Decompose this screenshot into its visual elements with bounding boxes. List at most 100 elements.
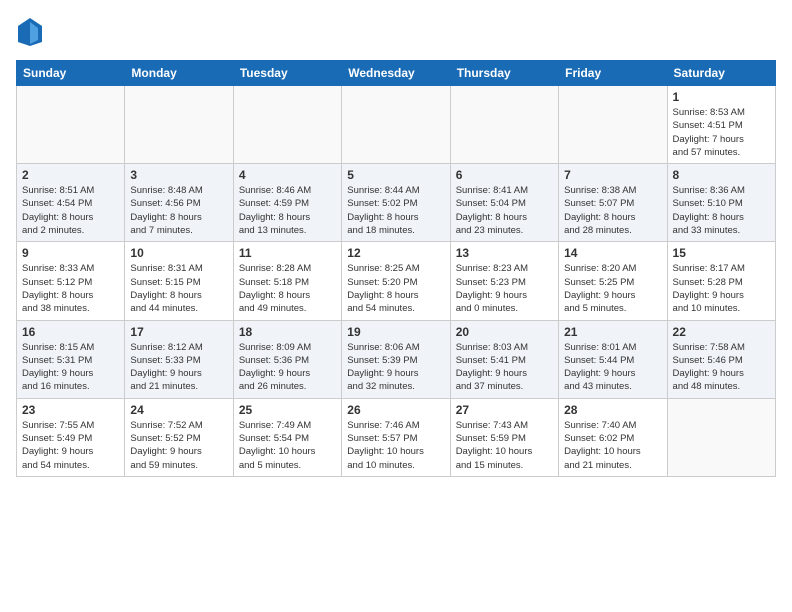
- day-number: 9: [22, 246, 119, 260]
- day-info: Sunrise: 8:41 AM Sunset: 5:04 PM Dayligh…: [456, 184, 553, 237]
- weekday-header-monday: Monday: [125, 61, 233, 86]
- day-number: 6: [456, 168, 553, 182]
- day-info: Sunrise: 8:51 AM Sunset: 4:54 PM Dayligh…: [22, 184, 119, 237]
- day-number: 21: [564, 325, 661, 339]
- weekday-header-row: SundayMondayTuesdayWednesdayThursdayFrid…: [17, 61, 776, 86]
- calendar-day-cell: 24 Sunrise: 7:52 AM Sunset: 5:52 PM Dayli…: [125, 398, 233, 476]
- day-number: 28: [564, 403, 661, 417]
- calendar-day-cell: 23 Sunrise: 7:55 AM Sunset: 5:49 PM Dayli…: [17, 398, 125, 476]
- calendar-day-cell: 12 Sunrise: 8:25 AM Sunset: 5:20 PM Dayli…: [342, 242, 450, 320]
- day-info: Sunrise: 7:58 AM Sunset: 5:46 PM Dayligh…: [673, 341, 770, 394]
- calendar-day-cell: [667, 398, 775, 476]
- weekday-header-saturday: Saturday: [667, 61, 775, 86]
- calendar-day-cell: [342, 86, 450, 164]
- calendar-day-cell: 1Sunrise: 8:53 AM Sunset: 4:51 PM Daylig…: [667, 86, 775, 164]
- calendar-table: SundayMondayTuesdayWednesdayThursdayFrid…: [16, 60, 776, 477]
- day-info: Sunrise: 8:15 AM Sunset: 5:31 PM Dayligh…: [22, 341, 119, 394]
- logo: [16, 16, 48, 48]
- day-number: 2: [22, 168, 119, 182]
- day-info: Sunrise: 8:46 AM Sunset: 4:59 PM Dayligh…: [239, 184, 336, 237]
- day-number: 7: [564, 168, 661, 182]
- day-info: Sunrise: 8:12 AM Sunset: 5:33 PM Dayligh…: [130, 341, 227, 394]
- calendar-day-cell: 26Sunrise: 7:46 AM Sunset: 5:57 PM Dayli…: [342, 398, 450, 476]
- calendar-day-cell: 19 Sunrise: 8:06 AM Sunset: 5:39 PM Dayli…: [342, 320, 450, 398]
- day-number: 13: [456, 246, 553, 260]
- day-number: 23: [22, 403, 119, 417]
- day-info: Sunrise: 8:20 AM Sunset: 5:25 PM Dayligh…: [564, 262, 661, 315]
- calendar-day-cell: 6 Sunrise: 8:41 AM Sunset: 5:04 PM Daylig…: [450, 164, 558, 242]
- calendar-day-cell: 16 Sunrise: 8:15 AM Sunset: 5:31 PM Dayli…: [17, 320, 125, 398]
- calendar-day-cell: 21 Sunrise: 8:01 AM Sunset: 5:44 PM Dayli…: [559, 320, 667, 398]
- day-info: Sunrise: 8:44 AM Sunset: 5:02 PM Dayligh…: [347, 184, 444, 237]
- day-number: 14: [564, 246, 661, 260]
- day-number: 27: [456, 403, 553, 417]
- weekday-header-wednesday: Wednesday: [342, 61, 450, 86]
- day-number: 22: [673, 325, 770, 339]
- day-info: Sunrise: 7:40 AM Sunset: 6:02 PM Dayligh…: [564, 419, 661, 472]
- day-info: Sunrise: 7:55 AM Sunset: 5:49 PM Dayligh…: [22, 419, 119, 472]
- calendar-day-cell: [450, 86, 558, 164]
- calendar-day-cell: 3 Sunrise: 8:48 AM Sunset: 4:56 PM Daylig…: [125, 164, 233, 242]
- calendar-day-cell: [233, 86, 341, 164]
- day-info: Sunrise: 8:03 AM Sunset: 5:41 PM Dayligh…: [456, 341, 553, 394]
- page-header: [16, 16, 776, 48]
- day-info: Sunrise: 8:17 AM Sunset: 5:28 PM Dayligh…: [673, 262, 770, 315]
- day-number: 4: [239, 168, 336, 182]
- calendar-day-cell: 11 Sunrise: 8:28 AM Sunset: 5:18 PM Dayli…: [233, 242, 341, 320]
- day-info: Sunrise: 8:31 AM Sunset: 5:15 PM Dayligh…: [130, 262, 227, 315]
- calendar-day-cell: 17 Sunrise: 8:12 AM Sunset: 5:33 PM Dayli…: [125, 320, 233, 398]
- day-number: 18: [239, 325, 336, 339]
- calendar-day-cell: 18 Sunrise: 8:09 AM Sunset: 5:36 PM Dayli…: [233, 320, 341, 398]
- day-number: 16: [22, 325, 119, 339]
- calendar-day-cell: 8 Sunrise: 8:36 AM Sunset: 5:10 PM Daylig…: [667, 164, 775, 242]
- calendar-day-cell: 10 Sunrise: 8:31 AM Sunset: 5:15 PM Dayli…: [125, 242, 233, 320]
- day-info: Sunrise: 8:36 AM Sunset: 5:10 PM Dayligh…: [673, 184, 770, 237]
- day-info: Sunrise: 8:09 AM Sunset: 5:36 PM Dayligh…: [239, 341, 336, 394]
- calendar-day-cell: 25 Sunrise: 7:49 AM Sunset: 5:54 PM Dayli…: [233, 398, 341, 476]
- day-number: 8: [673, 168, 770, 182]
- day-number: 15: [673, 246, 770, 260]
- calendar-day-cell: 15 Sunrise: 8:17 AM Sunset: 5:28 PM Dayli…: [667, 242, 775, 320]
- calendar-day-cell: 20 Sunrise: 8:03 AM Sunset: 5:41 PM Dayli…: [450, 320, 558, 398]
- day-info: Sunrise: 7:43 AM Sunset: 5:59 PM Dayligh…: [456, 419, 553, 472]
- day-number: 5: [347, 168, 444, 182]
- calendar-week-row: 1Sunrise: 8:53 AM Sunset: 4:51 PM Daylig…: [17, 86, 776, 164]
- day-number: 3: [130, 168, 227, 182]
- calendar-day-cell: 4 Sunrise: 8:46 AM Sunset: 4:59 PM Daylig…: [233, 164, 341, 242]
- day-info: Sunrise: 8:38 AM Sunset: 5:07 PM Dayligh…: [564, 184, 661, 237]
- calendar-day-cell: 9 Sunrise: 8:33 AM Sunset: 5:12 PM Daylig…: [17, 242, 125, 320]
- calendar-day-cell: [125, 86, 233, 164]
- day-number: 10: [130, 246, 227, 260]
- day-number: 25: [239, 403, 336, 417]
- day-info: Sunrise: 8:33 AM Sunset: 5:12 PM Dayligh…: [22, 262, 119, 315]
- weekday-header-thursday: Thursday: [450, 61, 558, 86]
- day-info: Sunrise: 7:49 AM Sunset: 5:54 PM Dayligh…: [239, 419, 336, 472]
- calendar-day-cell: 7 Sunrise: 8:38 AM Sunset: 5:07 PM Daylig…: [559, 164, 667, 242]
- day-number: 1: [673, 90, 770, 104]
- day-number: 19: [347, 325, 444, 339]
- day-info: Sunrise: 8:06 AM Sunset: 5:39 PM Dayligh…: [347, 341, 444, 394]
- day-info: Sunrise: 8:28 AM Sunset: 5:18 PM Dayligh…: [239, 262, 336, 315]
- day-number: 11: [239, 246, 336, 260]
- day-number: 24: [130, 403, 227, 417]
- day-info: Sunrise: 7:46 AM Sunset: 5:57 PM Dayligh…: [347, 419, 444, 472]
- calendar-day-cell: 2 Sunrise: 8:51 AM Sunset: 4:54 PM Daylig…: [17, 164, 125, 242]
- day-info: Sunrise: 8:23 AM Sunset: 5:23 PM Dayligh…: [456, 262, 553, 315]
- calendar-week-row: 23 Sunrise: 7:55 AM Sunset: 5:49 PM Dayli…: [17, 398, 776, 476]
- calendar-day-cell: 13 Sunrise: 8:23 AM Sunset: 5:23 PM Dayli…: [450, 242, 558, 320]
- calendar-day-cell: 14 Sunrise: 8:20 AM Sunset: 5:25 PM Dayli…: [559, 242, 667, 320]
- weekday-header-sunday: Sunday: [17, 61, 125, 86]
- calendar-week-row: 2 Sunrise: 8:51 AM Sunset: 4:54 PM Daylig…: [17, 164, 776, 242]
- day-number: 12: [347, 246, 444, 260]
- day-info: Sunrise: 8:25 AM Sunset: 5:20 PM Dayligh…: [347, 262, 444, 315]
- day-number: 17: [130, 325, 227, 339]
- calendar-day-cell: [559, 86, 667, 164]
- logo-icon: [16, 16, 44, 48]
- day-number: 20: [456, 325, 553, 339]
- weekday-header-tuesday: Tuesday: [233, 61, 341, 86]
- day-info: Sunrise: 8:01 AM Sunset: 5:44 PM Dayligh…: [564, 341, 661, 394]
- day-info: Sunrise: 7:52 AM Sunset: 5:52 PM Dayligh…: [130, 419, 227, 472]
- calendar-day-cell: 28 Sunrise: 7:40 AM Sunset: 6:02 PM Dayli…: [559, 398, 667, 476]
- day-info: Sunrise: 8:48 AM Sunset: 4:56 PM Dayligh…: [130, 184, 227, 237]
- weekday-header-friday: Friday: [559, 61, 667, 86]
